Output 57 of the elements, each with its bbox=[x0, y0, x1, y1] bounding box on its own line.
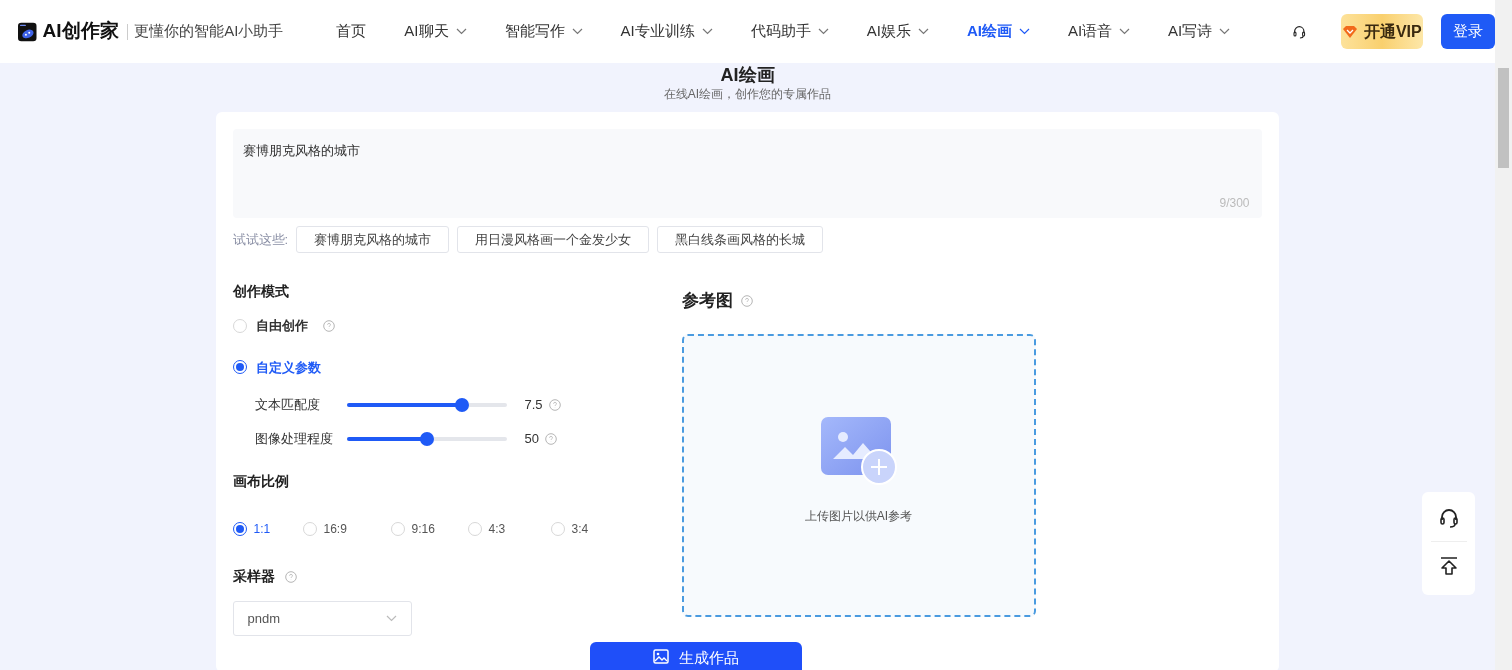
section-heading: 画布比例 bbox=[232, 472, 290, 491]
tagline: 更懂你的智能AI小助手 bbox=[134, 21, 284, 42]
radio-label: 4:3 bbox=[488, 521, 506, 538]
page-subtitle: 在线AI绘画，创作您的专属作品 bbox=[663, 86, 832, 102]
suggestion-chip[interactable]: 用日漫风格画一个金发少女 bbox=[457, 226, 650, 253]
prompt-text: 赛博朋克风格的城市 bbox=[242, 143, 360, 158]
slider-thumb[interactable] bbox=[419, 432, 434, 446]
slider[interactable] bbox=[346, 432, 507, 446]
scrollbar[interactable] bbox=[1495, 0, 1512, 670]
help-icon[interactable] bbox=[740, 294, 753, 307]
help-icon[interactable] bbox=[284, 570, 297, 583]
nav-link[interactable]: 代码助手 bbox=[750, 20, 829, 43]
slider-label: 文本匹配度 bbox=[254, 396, 321, 415]
slider-thumb[interactable] bbox=[454, 398, 469, 412]
slider-value: 50 bbox=[524, 430, 539, 449]
vip-button[interactable]: 开通VIP bbox=[1340, 14, 1423, 49]
nav-link[interactable]: 首页 bbox=[336, 20, 367, 43]
suggestion-chip[interactable]: 黑白线条画风格的长城 bbox=[657, 226, 824, 253]
generate-button[interactable]: 生成作品 bbox=[590, 642, 802, 670]
diamond-icon bbox=[1341, 24, 1358, 39]
help-icon[interactable] bbox=[544, 433, 557, 445]
slider[interactable] bbox=[346, 398, 507, 412]
image-icon bbox=[653, 649, 669, 664]
character-counter: 9/300 bbox=[1219, 195, 1250, 212]
help-icon[interactable] bbox=[322, 319, 335, 332]
section-heading: 参考图 bbox=[681, 290, 733, 312]
nav-link[interactable]: AI写诗 bbox=[1168, 20, 1231, 43]
radio-label: 9:16 bbox=[411, 521, 435, 538]
slider-label: 图像处理程度 bbox=[254, 430, 334, 449]
add-image-icon bbox=[818, 415, 899, 487]
nav-link[interactable]: AI专业训练 bbox=[620, 20, 713, 43]
headset-icon[interactable] bbox=[1437, 507, 1460, 529]
suggestion-chip[interactable]: 赛博朋克风格的城市 bbox=[296, 226, 450, 253]
nav-link[interactable]: AI娱乐 bbox=[866, 20, 929, 43]
radio-label: 自由创作 bbox=[255, 317, 308, 335]
nav-link[interactable]: AI语音 bbox=[1067, 20, 1131, 43]
back-to-top-icon[interactable] bbox=[1438, 556, 1459, 576]
sampler-dropdown[interactable]: pndm bbox=[232, 601, 412, 636]
page-title: AI绘画 bbox=[720, 64, 775, 86]
help-icon[interactable] bbox=[548, 399, 561, 411]
radio-label: 1:1 bbox=[253, 521, 271, 538]
upload-hint: 上传图片以供AI参考 bbox=[804, 508, 913, 525]
radio-label: 自定义参数 bbox=[255, 358, 321, 377]
nav-link[interactable]: AI绘画 bbox=[966, 20, 1030, 43]
radio-label: 3:4 bbox=[571, 521, 589, 538]
section-heading: 采样器 bbox=[232, 567, 275, 586]
upload-area[interactable]: 上传图片以供AI参考 bbox=[681, 333, 1036, 617]
radio-label: 16:9 bbox=[323, 521, 347, 538]
section-heading: 创作模式 bbox=[232, 282, 290, 301]
prompt-field[interactable]: 赛博朋克风格的城市 9/300 bbox=[232, 129, 1262, 218]
suggestions-label: 试试这些: bbox=[232, 230, 289, 249]
login-button[interactable]: 登录 bbox=[1440, 14, 1495, 49]
nav-link[interactable]: AI聊天 bbox=[404, 20, 467, 43]
logo-text: AI创作家 bbox=[42, 19, 119, 44]
nav-link[interactable]: 智能写作 bbox=[504, 20, 583, 43]
caret-icon bbox=[385, 615, 397, 622]
slider-value: 7.5 bbox=[524, 396, 543, 415]
